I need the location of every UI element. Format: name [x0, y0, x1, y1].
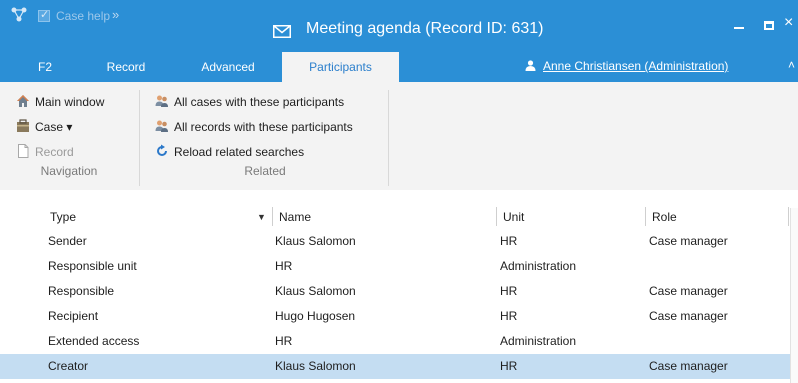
table-row-selected[interactable]: Creator Klaus Salomon HR Case manager	[0, 354, 790, 379]
case-icon	[16, 119, 30, 133]
main-window-button[interactable]: Main window	[16, 92, 104, 112]
cell-type: Recipient	[48, 309, 99, 323]
table-row[interactable]: Sender Klaus Salomon HR Case manager	[0, 229, 790, 254]
cell-name: HR	[275, 334, 293, 348]
collapse-ribbon-icon[interactable]: ˄	[788, 58, 795, 72]
cell-type: Creator	[48, 359, 89, 373]
maximize-button[interactable]	[764, 21, 774, 30]
column-header-unit[interactable]: Unit	[503, 207, 524, 227]
cell-name: Hugo Hugosen	[275, 309, 356, 323]
main-window-label: Main window	[35, 95, 105, 109]
close-button[interactable]: ×	[784, 14, 793, 32]
app-logo-icon[interactable]	[10, 6, 30, 24]
column-header-type[interactable]: Type	[50, 207, 76, 227]
ribbon-tabs: F2 Record Advanced Participants Anne Chr…	[0, 52, 798, 82]
column-divider[interactable]	[272, 207, 273, 226]
column-divider[interactable]	[788, 207, 789, 226]
table-row[interactable]: Responsible unit HR Administration	[0, 254, 790, 279]
tab-participants[interactable]: Participants	[282, 52, 399, 82]
table-row[interactable]: Extended access HR Administration	[0, 329, 790, 354]
case-dropdown-button[interactable]: Case ▾	[16, 117, 72, 137]
sort-descending-icon[interactable]: ▼	[257, 207, 266, 227]
refresh-icon	[155, 144, 169, 158]
quick-access-more-icon[interactable]: »	[112, 7, 119, 22]
cell-name: Klaus Salomon	[275, 359, 356, 373]
cell-type: Sender	[48, 234, 87, 248]
case-help-label[interactable]: Case help	[56, 9, 110, 23]
people-icon	[155, 119, 169, 133]
cell-type: Responsible	[48, 284, 115, 298]
participants-grid: Type ▼ Name Unit Role Sender Klaus Salom…	[0, 190, 798, 383]
minimize-button[interactable]	[734, 27, 744, 29]
table-row[interactable]: Responsible Klaus Salomon HR Case manage…	[0, 279, 790, 304]
title-bar: Case help » Meeting agenda (Record ID: 6…	[0, 0, 798, 52]
current-user-link[interactable]: Anne Christiansen (Administration)	[525, 59, 728, 73]
window-title: Meeting agenda (Record ID: 631)	[306, 20, 544, 37]
tab-record[interactable]: Record	[92, 52, 160, 82]
all-records-with-participants-button[interactable]: All records with these participants	[155, 117, 353, 137]
all-cases-label: All cases with these participants	[174, 95, 345, 109]
column-divider[interactable]	[645, 207, 646, 226]
cell-unit: HR	[500, 284, 518, 298]
cell-unit: Administration	[500, 334, 577, 348]
cell-role: Case manager	[649, 284, 728, 298]
tab-advanced[interactable]: Advanced	[188, 52, 268, 82]
mail-icon	[273, 25, 291, 38]
cell-role: Case manager	[649, 309, 728, 323]
cell-unit: HR	[500, 309, 518, 323]
home-icon	[16, 94, 30, 108]
all-cases-with-participants-button[interactable]: All cases with these participants	[155, 92, 344, 112]
cell-role: Case manager	[649, 359, 728, 373]
vertical-scrollbar[interactable]	[790, 208, 798, 383]
cell-name: Klaus Salomon	[275, 234, 356, 248]
cell-role: Case manager	[649, 234, 728, 248]
record-button[interactable]: Record	[16, 142, 74, 162]
ribbon-panel: Main window Case ▾ Record Navigation All…	[0, 82, 798, 191]
case-label: Case ▾	[35, 120, 73, 134]
all-records-label: All records with these participants	[174, 120, 353, 134]
cell-name: Klaus Salomon	[275, 284, 356, 298]
ribbon-divider	[388, 90, 389, 186]
user-icon	[525, 60, 536, 71]
cell-unit: Administration	[500, 259, 577, 273]
cell-unit: HR	[500, 359, 518, 373]
people-icon	[155, 94, 169, 108]
cell-type: Responsible unit	[48, 259, 137, 273]
record-label: Record	[35, 145, 74, 159]
cell-name: HR	[275, 259, 293, 273]
column-header-name[interactable]: Name	[279, 207, 311, 227]
case-help-checkbox[interactable]	[38, 8, 50, 22]
cell-unit: HR	[500, 234, 518, 248]
ribbon-divider	[139, 90, 140, 186]
reload-label: Reload related searches	[174, 145, 305, 159]
cell-type: Extended access	[48, 334, 140, 348]
document-icon	[16, 144, 30, 158]
column-divider[interactable]	[496, 207, 497, 226]
current-user-name[interactable]: Anne Christiansen (Administration)	[543, 59, 728, 73]
related-group-label: Related	[244, 164, 286, 178]
column-header-role[interactable]: Role	[652, 207, 677, 227]
navigation-group-label: Navigation	[40, 164, 98, 178]
table-row[interactable]: Recipient Hugo Hugosen HR Case manager	[0, 304, 790, 329]
tab-f2[interactable]: F2	[25, 52, 65, 82]
reload-related-searches-button[interactable]: Reload related searches	[155, 142, 304, 162]
